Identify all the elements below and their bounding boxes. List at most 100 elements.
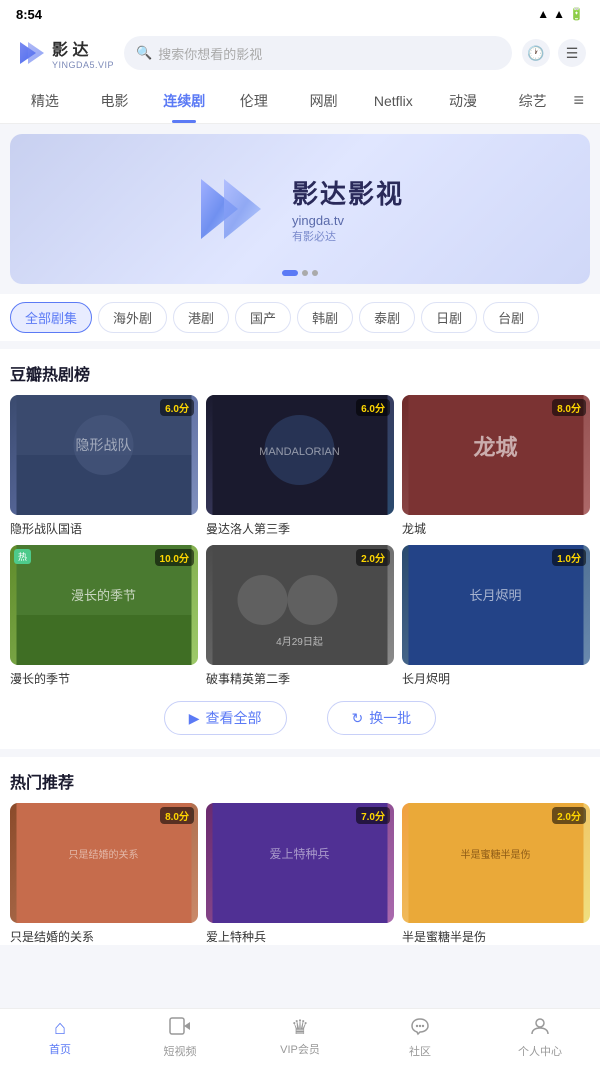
svg-text:爱上特种兵: 爱上特种兵 xyxy=(269,846,329,861)
filter-tag-overseas[interactable]: 海外剧 xyxy=(98,302,167,333)
svg-text:MANDALORIAN: MANDALORIAN xyxy=(259,446,340,458)
tab-zongyi[interactable]: 综艺 xyxy=(498,79,568,123)
filter-tag-jp[interactable]: 日剧 xyxy=(421,302,477,333)
tab-wangju[interactable]: 网剧 xyxy=(289,79,359,123)
tab-dongman[interactable]: 动漫 xyxy=(428,79,498,123)
movie-thumb-3: 龙城 8.0分 xyxy=(402,395,590,515)
banner-dot-1 xyxy=(282,270,298,276)
movie-card-6[interactable]: 长月烬明 1.0分 长月烬明 xyxy=(402,545,590,687)
filter-tag-tw[interactable]: 台剧 xyxy=(483,302,539,333)
filter-tag-th[interactable]: 泰剧 xyxy=(359,302,415,333)
banner-text-area: 影达影视 yingda.tv 有影必达 xyxy=(292,174,404,244)
tab-lianxuju[interactable]: 连续剧 xyxy=(149,79,219,123)
hot-movie-title-1: 只是结婚的关系 xyxy=(10,928,198,945)
status-bar: 8:54 ▲ ▲ 🔋 xyxy=(0,0,600,28)
refresh-button[interactable]: ↻ 换一批 xyxy=(327,701,437,735)
movie-card-5[interactable]: 4月29日起 2.0分 破事精英第二季 xyxy=(206,545,394,687)
search-icon: 🔍 xyxy=(136,45,152,61)
banner-content: 影达影视 yingda.tv 有影必达 xyxy=(196,174,404,244)
refresh-icon: ↻ xyxy=(352,710,364,727)
hot-movie-card-3[interactable]: 半是蜜糖半是伤 2.0分 半是蜜糖半是伤 xyxy=(402,803,590,945)
status-icons: ▲ ▲ 🔋 xyxy=(537,7,584,21)
hot-movie-card-1[interactable]: 只是结婚的关系 8.0分 只是结婚的关系 xyxy=(10,803,198,945)
action-row: ▶ 查看全部 ↻ 换一批 xyxy=(10,687,590,749)
bottom-nav-shortvideo[interactable]: 短视频 xyxy=(120,1009,240,1066)
filter-tag-all[interactable]: 全部剧集 xyxy=(10,302,92,333)
tab-jingxuan[interactable]: 精选 xyxy=(10,79,80,123)
filter-tags: 全部剧集 海外剧 港剧 国产 韩剧 泰剧 日剧 台剧 xyxy=(0,294,600,341)
header: 影 达 YINGDA5.VIP 🔍 搜索你想看的影视 🕐 ☰ xyxy=(0,28,600,78)
hot-section: 热门推荐 只是结婚的关系 8.0分 只是结婚的关系 xyxy=(0,757,600,945)
svg-text:长月烬明: 长月烬明 xyxy=(469,588,521,603)
view-all-button[interactable]: ▶ 查看全部 xyxy=(164,701,287,735)
history-icon[interactable]: 🕐 xyxy=(522,39,550,67)
movie-score-4: 10.0分 xyxy=(155,549,194,566)
logo-icon xyxy=(14,36,48,70)
movie-thumb-4: 漫长的季节 10.0分 热 xyxy=(10,545,198,665)
movie-title-1: 隐形战队国语 xyxy=(10,520,198,537)
movie-title-6: 长月烬明 xyxy=(402,670,590,687)
movie-title-4: 漫长的季节 xyxy=(10,670,198,687)
hot-movie-thumb-2: 爱上特种兵 7.0分 xyxy=(206,803,394,923)
movie-score-5: 2.0分 xyxy=(356,549,390,566)
battery-icon: 🔋 xyxy=(569,7,584,21)
banner[interactable]: 影达影视 yingda.tv 有影必达 xyxy=(10,134,590,284)
svg-text:只是结婚的关系: 只是结婚的关系 xyxy=(69,848,139,861)
vip-icon: ♛ xyxy=(291,1018,309,1038)
movie-thumb-6: 长月烬明 1.0分 xyxy=(402,545,590,665)
movie-card-1[interactable]: 隐形战队 6.0分 隐形战队国语 xyxy=(10,395,198,537)
logo-area: 影 达 YINGDA5.VIP xyxy=(14,36,114,70)
bottom-nav-vip[interactable]: ♛ VIP会员 xyxy=(240,1009,360,1066)
tab-lunli[interactable]: 伦理 xyxy=(219,79,289,123)
hot-movie-grid: 只是结婚的关系 8.0分 只是结婚的关系 爱上特种兵 xyxy=(10,803,590,945)
logo-main: 影 达 xyxy=(52,36,114,60)
movie-thumb-2: MANDALORIAN 6.0分 xyxy=(206,395,394,515)
movie-score-2: 6.0分 xyxy=(356,399,390,416)
hot-movie-thumb-1: 只是结婚的关系 8.0分 xyxy=(10,803,198,923)
hot-movie-score-1: 8.0分 xyxy=(160,807,194,824)
banner-logo-icon xyxy=(196,174,276,244)
community-label: 社区 xyxy=(409,1043,431,1059)
signal-icon: ▲ xyxy=(553,7,565,21)
hot-movie-score-2: 7.0分 xyxy=(356,807,390,824)
banner-subtitle: yingda.tv xyxy=(292,213,404,228)
logo-text: 影 达 YINGDA5.VIP xyxy=(52,36,114,70)
filter-tag-kr[interactable]: 韩剧 xyxy=(297,302,353,333)
svg-text:4月29日起: 4月29日起 xyxy=(276,636,323,648)
movie-card-4[interactable]: 漫长的季节 10.0分 热 漫长的季节 xyxy=(10,545,198,687)
profile-icon xyxy=(529,1016,551,1040)
home-label: 首页 xyxy=(49,1041,71,1057)
refresh-label: 换一批 xyxy=(369,708,411,728)
movie-badge-4: 热 xyxy=(14,549,31,564)
tab-dianying[interactable]: 电影 xyxy=(80,79,150,123)
shortvideo-icon xyxy=(169,1016,191,1040)
filter-tag-cn[interactable]: 国产 xyxy=(235,302,291,333)
more-icon[interactable]: ≡ xyxy=(568,78,591,123)
hot-movie-title-2: 爱上特种兵 xyxy=(206,928,394,945)
bottom-nav-home[interactable]: ⌂ 首页 xyxy=(0,1009,120,1066)
banner-dot-3 xyxy=(312,270,318,276)
search-placeholder: 搜索你想看的影视 xyxy=(158,44,262,63)
svg-text:隐形战队: 隐形战队 xyxy=(76,437,132,453)
movie-title-3: 龙城 xyxy=(402,520,590,537)
hot-movie-title-3: 半是蜜糖半是伤 xyxy=(402,928,590,945)
hot-movie-score-3: 2.0分 xyxy=(552,807,586,824)
filter-tag-hk[interactable]: 港剧 xyxy=(173,302,229,333)
movie-card-2[interactable]: MANDALORIAN 6.0分 曼达洛人第三季 xyxy=(206,395,394,537)
movie-score-6: 1.0分 xyxy=(552,549,586,566)
tab-netflix[interactable]: Netflix xyxy=(358,81,428,121)
logo-sub: YINGDA5.VIP xyxy=(52,60,114,70)
svg-text:半是蜜糖半是伤: 半是蜜糖半是伤 xyxy=(461,848,531,861)
movie-card-3[interactable]: 龙城 8.0分 龙城 xyxy=(402,395,590,537)
main-content: 影达影视 yingda.tv 有影必达 全部剧集 海外剧 港剧 国产 韩剧 泰剧… xyxy=(0,134,600,1013)
hot-movie-card-2[interactable]: 爱上特种兵 7.0分 爱上特种兵 xyxy=(206,803,394,945)
search-bar[interactable]: 🔍 搜索你想看的影视 xyxy=(124,36,512,70)
movie-score-3: 8.0分 xyxy=(552,399,586,416)
menu-icon[interactable]: ☰ xyxy=(558,39,586,67)
nav-tabs: 精选 电影 连续剧 伦理 网剧 Netflix 动漫 综艺 ≡ xyxy=(0,78,600,124)
douban-section-title: 豆瓣热剧榜 xyxy=(10,361,590,385)
profile-label: 个人中心 xyxy=(518,1043,562,1059)
community-icon xyxy=(409,1016,431,1040)
bottom-nav-community[interactable]: 社区 xyxy=(360,1009,480,1066)
bottom-nav-profile[interactable]: 个人中心 xyxy=(480,1009,600,1066)
